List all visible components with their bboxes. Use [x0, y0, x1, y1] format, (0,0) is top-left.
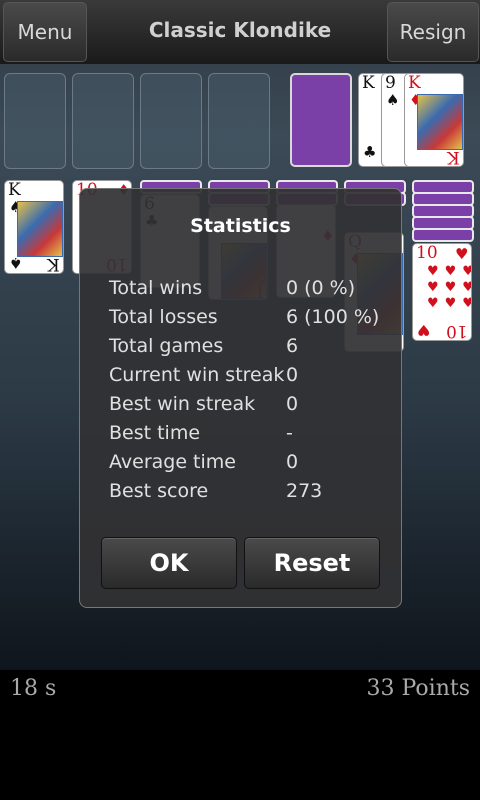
card-rank: K — [8, 180, 21, 200]
foundation-slot[interactable] — [140, 73, 202, 169]
reset-button[interactable]: Reset — [244, 537, 380, 589]
stat-row-best-time: Best time - — [109, 422, 293, 451]
stat-label: Best time — [109, 422, 201, 444]
card-rank: K — [362, 73, 375, 93]
waste-top-card[interactable]: K ♦ K — [404, 73, 464, 167]
menu-button[interactable]: Menu — [3, 2, 87, 62]
spade-icon: ♠ — [9, 254, 23, 272]
card-rank: K — [447, 147, 460, 167]
stat-value: - — [286, 422, 293, 444]
stat-row-current-win-streak: Current win streak 0 — [109, 364, 298, 393]
card-rank: K — [47, 254, 60, 274]
resign-button[interactable]: Resign — [387, 2, 479, 62]
card-rank: 9 — [385, 73, 396, 93]
stat-row-total-wins: Total wins 0 (0 %) — [109, 277, 355, 306]
stat-row-average-time: Average time 0 — [109, 451, 298, 480]
stat-row-best-score: Best score 273 — [109, 480, 322, 509]
stat-label: Best score — [109, 480, 209, 502]
foundation-slot[interactable] — [4, 73, 66, 169]
king-face-icon — [17, 201, 63, 257]
stat-value: 0 — [286, 393, 299, 415]
stat-row-best-win-streak: Best win streak 0 — [109, 393, 298, 422]
stat-value: 6 (100 %) — [286, 306, 380, 328]
king-face-icon — [417, 94, 463, 150]
stat-row-total-games: Total games 6 — [109, 335, 298, 364]
heart-icon: ♥ — [417, 321, 431, 339]
stat-label: Total losses — [109, 306, 218, 328]
card-rank: 10 — [416, 243, 438, 263]
game-title: Classic Klondike — [148, 18, 332, 42]
top-bar: Menu Classic Klondike Resign — [0, 0, 480, 64]
stat-value: 0 — [286, 364, 299, 386]
card-rank: 10 — [446, 321, 468, 341]
stat-value: 0 — [286, 451, 299, 473]
stat-value: 0 (0 %) — [286, 277, 356, 299]
stat-row-total-losses: Total losses 6 (100 %) — [109, 306, 379, 335]
tableau-card[interactable]: 10 ♥ ♥♥♥♥♥♥♥♥♥ 10 ♥ — [412, 243, 472, 341]
stat-value: 273 — [286, 480, 323, 502]
ok-button[interactable]: OK — [101, 537, 237, 589]
stat-label: Total games — [109, 335, 224, 357]
stat-label: Best win streak — [109, 393, 256, 415]
card-rank: K — [408, 73, 421, 93]
elapsed-time: 18 s — [10, 676, 57, 701]
stat-label: Total wins — [109, 277, 203, 299]
dialog-title: Statistics — [190, 215, 291, 237]
score-points: 33 Points — [366, 676, 470, 701]
statistics-dialog: Statistics Total wins 0 (0 %) Total loss… — [79, 188, 402, 608]
face-down-card — [412, 228, 474, 242]
club-icon: ♣ — [363, 143, 377, 161]
stat-value: 6 — [286, 335, 299, 357]
tableau-card[interactable]: K ♠ K ♠ — [4, 180, 64, 274]
foundation-slot[interactable] — [72, 73, 134, 169]
stat-label: Average time — [109, 451, 236, 473]
stat-label: Current win streak — [109, 364, 285, 386]
heart-pips-icon: ♥♥♥♥♥♥♥♥♥ — [427, 264, 471, 311]
foundation-slot[interactable] — [208, 73, 270, 169]
spade-icon: ♠ — [386, 91, 400, 109]
heart-icon: ♥ — [455, 245, 469, 263]
stock-pile[interactable] — [290, 73, 352, 167]
